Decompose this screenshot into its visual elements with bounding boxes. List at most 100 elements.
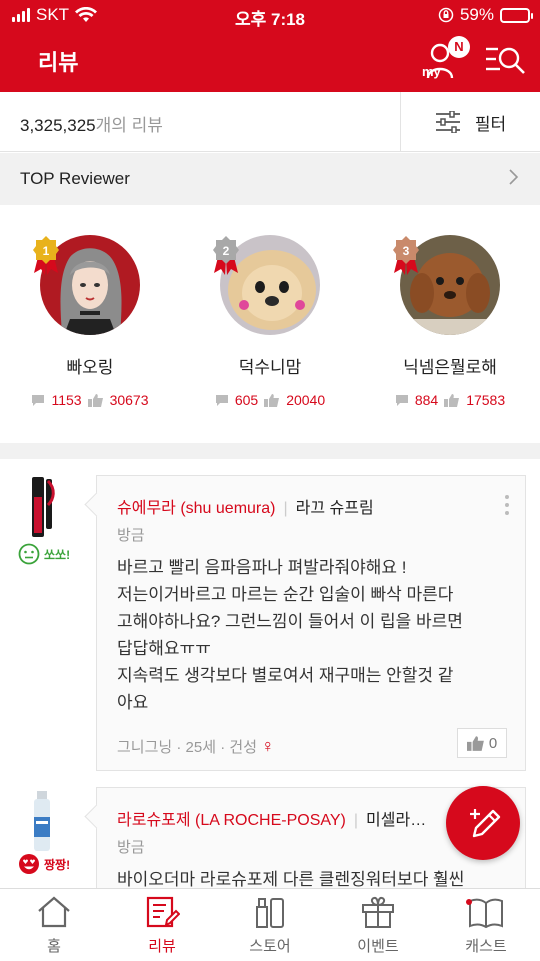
tab-home[interactable]: 홈	[0, 895, 108, 956]
meta-dot: ·	[176, 739, 186, 756]
more-options-icon[interactable]	[497, 490, 517, 520]
divider: |	[283, 500, 288, 517]
rank-1-badge: 1	[33, 236, 59, 275]
review-icon	[146, 896, 180, 928]
tab-label: 이벤트	[357, 938, 399, 955]
rank-number: 1	[43, 244, 50, 258]
author-name[interactable]: 그니그닝	[117, 739, 172, 756]
rank-number: 2	[223, 244, 230, 258]
neutral-face-icon	[18, 543, 40, 565]
rank-2-badge: 2	[213, 236, 239, 275]
product-thumbnail[interactable]	[22, 475, 62, 539]
home-icon	[38, 896, 70, 928]
comment-icon	[395, 394, 408, 406]
my-label: my	[422, 64, 441, 79]
top-reviewer-item[interactable]: 1 빠오링 1153 30673	[0, 235, 180, 408]
thumbs-up-icon	[264, 394, 280, 407]
new-indicator-dot	[466, 899, 472, 905]
comment-count: 605	[234, 392, 259, 408]
author-age: 25세	[185, 739, 217, 756]
top-reviewer-header[interactable]: TOP Reviewer	[0, 153, 540, 205]
comment-count: 1153	[51, 392, 82, 408]
tab-label: 캐스트	[465, 938, 507, 955]
review-count-suffix: 개의 리뷰	[95, 116, 163, 135]
top-reviewer-item[interactable]: 2 덕수니맘 605 20040	[180, 235, 360, 408]
top-reviewer-title: TOP Reviewer	[20, 169, 130, 188]
reviewer-meta: 그니그닝 · 25세 · 건성 ♀	[117, 736, 275, 757]
review-count: 3,325,325개의 리뷰	[20, 111, 163, 136]
chevron-right-icon	[508, 167, 520, 193]
divider: |	[353, 812, 359, 829]
like-count: 30673	[109, 392, 149, 408]
review-body: 바르고 빨리 음파음파나 펴발라줘야해요 ! 저는이거바르고 마르는 순간 입술…	[117, 554, 512, 716]
female-icon: ♀	[261, 736, 275, 756]
skin-type: 건성	[229, 739, 257, 756]
filter-icon	[435, 111, 460, 133]
thumbs-up-icon	[87, 394, 103, 407]
thumbs-up-icon	[466, 736, 484, 751]
review-count-number: 3,325,325	[20, 116, 96, 135]
filter-button[interactable]: 필터	[400, 92, 540, 152]
review-time: 방금	[117, 839, 145, 856]
thumbs-up-icon	[444, 394, 460, 407]
rating-badge: 짱짱!	[18, 853, 70, 875]
orientation-lock-icon	[438, 7, 454, 23]
rating-label: 짱짱!	[44, 857, 71, 872]
meta-dot: ·	[220, 739, 230, 756]
like-button[interactable]: 0	[457, 728, 507, 758]
tab-event[interactable]: 이벤트	[324, 895, 432, 956]
battery-percent: 59%	[459, 5, 494, 24]
top-reviewer-list: 1 빠오링 1153 30673 2 덕수니맘 605 20040 3 닉넴은뭘…	[0, 205, 540, 443]
review-count-bar: 3,325,325개의 리뷰 필터	[0, 92, 540, 152]
page-title: 리뷰	[38, 50, 79, 75]
review-line: 답답해요ㅠㅠ	[117, 639, 211, 658]
rank-number: 3	[403, 244, 410, 258]
bottom-tab-bar: 홈 리뷰 스토어 이벤트 캐스트	[0, 888, 540, 961]
comment-icon	[215, 394, 228, 406]
comment-count: 884	[414, 392, 439, 408]
tab-label: 스토어	[249, 938, 291, 955]
heart-eyes-face-icon	[19, 854, 39, 874]
reviewer-name: 덕수니맘	[238, 358, 302, 377]
rating-label: 쏘쏘!	[44, 547, 71, 562]
review-line: 바르고 빨리 음파음파나 펴발라줘야해요 !	[117, 558, 407, 577]
status-bar: SKT 오후 7:18 59%	[0, 0, 540, 30]
product-name[interactable]: 라끄 슈프림	[296, 500, 374, 517]
book-icon	[469, 898, 503, 929]
notification-badge: N	[448, 36, 470, 58]
reviewer-name: 닉넴은뭘로해	[403, 358, 497, 377]
like-count: 0	[488, 734, 498, 752]
brand-name[interactable]: 라로슈포제 (LA ROCHE-POSAY)	[117, 812, 346, 829]
my-page-button[interactable]: my N	[420, 36, 470, 84]
battery-icon	[500, 7, 533, 23]
product-name[interactable]: 미셀라…	[366, 812, 426, 829]
menu-search-icon[interactable]	[484, 44, 528, 78]
pencil-plus-icon	[470, 809, 501, 838]
gift-icon	[362, 896, 394, 928]
rank-3-badge: 3	[393, 236, 419, 275]
top-reviewer-item[interactable]: 3 닉넴은뭘로해 884 17583	[360, 235, 540, 408]
tab-cast[interactable]: 캐스트	[432, 895, 540, 956]
write-review-button[interactable]	[446, 786, 520, 860]
rating-badge: 쏘쏘!	[18, 543, 70, 565]
reviewer-stats: 605 20040	[180, 392, 360, 408]
tab-label: 홈	[47, 938, 61, 955]
review-line: 저는이거바르고 마르는 순간 입술이 빠삭 마른다	[117, 585, 454, 604]
tab-label: 리뷰	[148, 938, 176, 955]
tab-review[interactable]: 리뷰	[108, 895, 216, 956]
tab-store[interactable]: 스토어	[216, 895, 324, 956]
status-right: 59%	[438, 5, 533, 25]
brand-name[interactable]: 슈에무라 (shu uemura)	[117, 500, 275, 517]
like-count: 20040	[286, 392, 326, 408]
reviewer-stats: 884 17583	[360, 392, 540, 408]
app-header: 리뷰 my N	[0, 30, 540, 92]
review-card[interactable]: 슈에무라 (shu uemura) | 라끄 슈프림 방금 바르고 빨리 음파음파나…	[96, 475, 526, 771]
like-count: 17583	[466, 392, 506, 408]
product-line: 슈에무라 (shu uemura) | 라끄 슈프림	[117, 494, 374, 518]
review-line: 고해야하나요? 그런느낌이 들어서 이 립을 바르면	[117, 612, 463, 631]
product-thumbnail[interactable]	[22, 789, 62, 853]
store-icon	[256, 898, 284, 928]
review-time: 방금	[117, 527, 145, 544]
comment-icon	[32, 394, 45, 406]
review-line: 지속력도 생각보다 별로여서 재구매는 안할것 같	[117, 666, 454, 685]
